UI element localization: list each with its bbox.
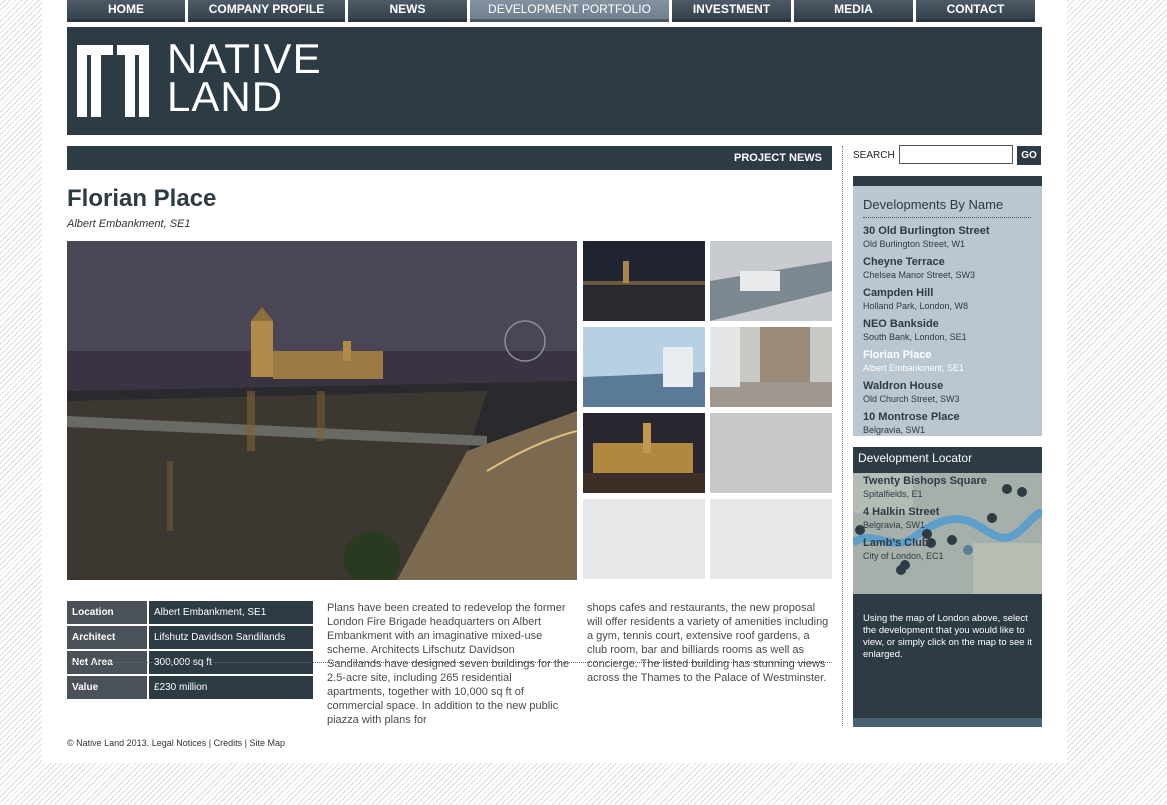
development-address: Belgravia, SW1 bbox=[863, 425, 926, 435]
locator-footer-bar bbox=[853, 718, 1042, 727]
logo-wordmark[interactable]: NATIVE LAND bbox=[167, 38, 322, 120]
thumbnail-5[interactable] bbox=[583, 413, 705, 493]
development-name: Cheyne Terrace bbox=[863, 256, 945, 268]
project-news-bar: PROJECT NEWS bbox=[67, 146, 832, 170]
development-address: Old Burlington Street, W1 bbox=[863, 239, 966, 249]
page: Home Company Profile News Development Po… bbox=[42, 0, 1067, 763]
thumbnail-image bbox=[710, 241, 832, 321]
locator-instructions: Using the map of London above, select th… bbox=[863, 613, 1032, 660]
developments-list: 30 Old Burlington Street Old Burlington … bbox=[863, 225, 990, 436]
development-name: Waldron House bbox=[863, 380, 944, 392]
nav-media[interactable]: Media bbox=[794, 0, 913, 22]
development-address: Chelsea Manor Street, SW3 bbox=[863, 270, 976, 280]
developments-by-name-panel: Developments By Name 30 Old Burlington S… bbox=[853, 176, 1042, 436]
copyright: © Native Land 2013. bbox=[67, 738, 150, 748]
table-row: Architect Lifshutz Davidson Sandilands bbox=[67, 626, 313, 649]
logo-line-2: LAND bbox=[167, 73, 284, 120]
map-label[interactable]: Twenty Bishops Square Spitalfields, E1 bbox=[863, 475, 987, 500]
development-name: 30 Old Burlington Street bbox=[863, 225, 990, 237]
map-label-name: 4 Halkin Street bbox=[863, 506, 940, 518]
development-item[interactable]: Campden Hill Holland Park, London, W8 bbox=[863, 287, 990, 318]
search-go-button[interactable]: GO bbox=[1017, 146, 1041, 165]
credits-link[interactable]: Credits bbox=[214, 738, 243, 748]
map-label-address: Spitalfields, E1 bbox=[863, 489, 923, 499]
page-subtitle: Albert Embankment, SE1 bbox=[67, 218, 191, 230]
map-marker[interactable] bbox=[947, 535, 957, 545]
development-name: NEO Bankside bbox=[863, 318, 939, 330]
london-map[interactable]: Twenty Bishops Square Spitalfields, E1 4… bbox=[853, 473, 1042, 594]
thumbnail-1[interactable] bbox=[583, 241, 705, 321]
development-name: 10 Montrose Place bbox=[863, 411, 960, 423]
footer-separator: | bbox=[208, 738, 212, 748]
thumbnail-3[interactable] bbox=[583, 327, 705, 407]
legal-notices-link[interactable]: Legal Notices bbox=[152, 738, 207, 748]
development-name: Campden Hill bbox=[863, 287, 934, 299]
development-address: Old Church Street, SW3 bbox=[863, 394, 960, 404]
search-input[interactable] bbox=[899, 145, 1013, 164]
detail-label: Value bbox=[67, 676, 147, 699]
map-label-address: Belgravia, SW1 bbox=[863, 520, 926, 530]
table-row: Value £230 million bbox=[67, 676, 313, 699]
project-news-link[interactable]: PROJECT NEWS bbox=[734, 152, 822, 164]
details-table: Location Albert Embankment, SE1 Architec… bbox=[67, 601, 313, 701]
developments-heading: Developments By Name bbox=[863, 197, 1031, 218]
search-label: SEARCH bbox=[853, 150, 895, 161]
development-item[interactable]: 30 Old Burlington Street Old Burlington … bbox=[863, 225, 990, 256]
development-item[interactable]: 10 Montrose Place Belgravia, SW1 bbox=[863, 411, 990, 436]
thumbnail-placeholder bbox=[710, 413, 832, 493]
map-label-address: City of London, EC1 bbox=[863, 551, 944, 561]
map-label[interactable]: 4 Halkin Street Belgravia, SW1 bbox=[863, 506, 939, 531]
map-marker[interactable] bbox=[1002, 484, 1012, 494]
nav-investment[interactable]: Investment bbox=[672, 0, 791, 22]
map-marker[interactable] bbox=[896, 565, 906, 575]
development-name: Florian Place bbox=[863, 349, 932, 361]
site-header: NATIVE LAND bbox=[67, 27, 1042, 135]
detail-value: £230 million bbox=[149, 676, 313, 699]
detail-value: Albert Embankment, SE1 bbox=[149, 601, 313, 624]
thumbnail-image bbox=[710, 327, 832, 407]
map-label-name: Twenty Bishops Square bbox=[863, 475, 987, 487]
map-marker[interactable] bbox=[987, 513, 997, 523]
map-label[interactable]: Lamb's Club City of London, EC1 bbox=[863, 537, 944, 562]
detail-label: Location bbox=[67, 601, 147, 624]
development-locator-panel: Development Locator Twenty Bishops Squar bbox=[853, 447, 1042, 727]
nav-contact[interactable]: Contact bbox=[916, 0, 1035, 22]
nav-news[interactable]: News bbox=[348, 0, 467, 22]
detail-label: Architect bbox=[67, 626, 147, 649]
thumbnail-image bbox=[583, 413, 705, 493]
thumbnail-2[interactable] bbox=[710, 241, 832, 321]
page-title: Florian Place bbox=[67, 185, 217, 212]
development-item[interactable]: Waldron House Old Church Street, SW3 bbox=[863, 380, 990, 411]
description-column-2: shops cafes and restaurants, the new pro… bbox=[587, 602, 829, 684]
locator-heading: Development Locator bbox=[858, 451, 973, 465]
thumbnail-image bbox=[583, 327, 705, 407]
westminster-night-photo bbox=[67, 241, 577, 580]
nav-company-profile[interactable]: Company Profile bbox=[188, 0, 345, 22]
site-map-link[interactable]: Site Map bbox=[250, 738, 286, 748]
map-marker[interactable] bbox=[963, 545, 973, 555]
table-row: Location Albert Embankment, SE1 bbox=[67, 601, 313, 624]
thumbnail-placeholder bbox=[710, 499, 832, 579]
main-photo[interactable] bbox=[67, 241, 577, 580]
thumbnail-image bbox=[583, 241, 705, 321]
description-column-1: Plans have been created to redevelop the… bbox=[327, 602, 570, 726]
top-nav: Home Company Profile News Development Po… bbox=[67, 0, 1042, 22]
development-item[interactable]: Cheyne Terrace Chelsea Manor Street, SW3 bbox=[863, 256, 990, 287]
development-address: South Bank, London, SE1 bbox=[863, 332, 967, 342]
sidebar-divider bbox=[842, 146, 843, 726]
development-item-active[interactable]: Florian Place Albert Embankment, SE1 bbox=[863, 349, 990, 380]
thumbnail-4[interactable] bbox=[710, 327, 832, 407]
map-marker[interactable] bbox=[1017, 487, 1027, 497]
thumbnail-placeholder bbox=[583, 499, 705, 579]
footer: © Native Land 2013. Legal Notices | Cred… bbox=[67, 738, 285, 748]
development-address: Albert Embankment, SE1 bbox=[863, 363, 965, 373]
development-item[interactable]: NEO Bankside South Bank, London, SE1 bbox=[863, 318, 990, 349]
map-label-name: Lamb's Club bbox=[863, 537, 929, 549]
development-address: Holland Park, London, W8 bbox=[863, 301, 969, 311]
native-land-logo-icon[interactable] bbox=[77, 45, 149, 117]
footer-separator: | bbox=[244, 738, 247, 748]
nav-home[interactable]: Home bbox=[67, 0, 185, 22]
nav-development-portfolio[interactable]: Development Portfolio bbox=[470, 0, 669, 22]
detail-value: Lifshutz Davidson Sandilands bbox=[149, 626, 313, 649]
